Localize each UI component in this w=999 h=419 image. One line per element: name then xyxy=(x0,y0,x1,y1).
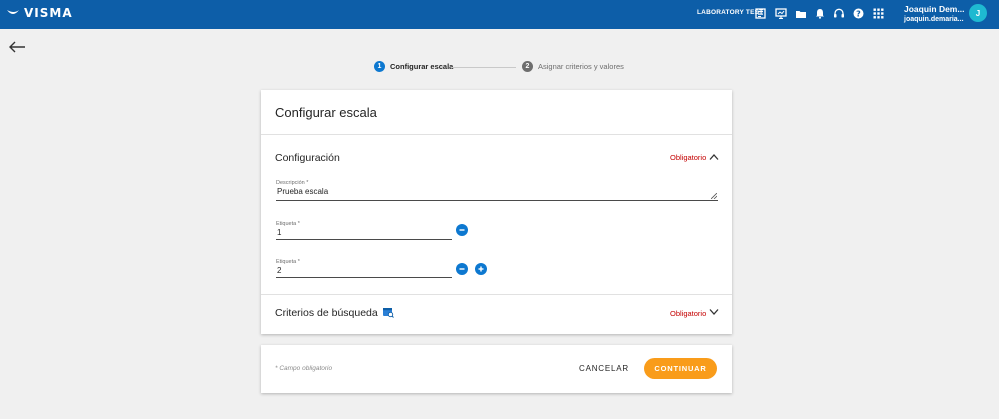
label-field-2-underline xyxy=(276,277,452,278)
folder-icon[interactable] xyxy=(794,7,807,20)
visma-swoosh-icon xyxy=(7,10,19,14)
step-1-label: Configurar escala xyxy=(390,62,454,71)
config-section-title[interactable]: Configuración xyxy=(275,152,340,164)
presentation-icon[interactable] xyxy=(774,7,787,20)
required-hint: * Campo obligatorio xyxy=(275,365,333,372)
add-row-button[interactable] xyxy=(475,263,487,275)
chevron-up-icon[interactable] xyxy=(709,153,719,161)
label-field-1-value[interactable]: 1 xyxy=(277,228,281,237)
chevron-down-icon[interactable] xyxy=(709,308,719,316)
step-2[interactable]: 2 Asignar criterios y valores xyxy=(522,61,624,72)
step-1[interactable]: 1 Configurar escala xyxy=(374,61,453,72)
minus-icon xyxy=(459,229,465,231)
back-arrow-icon[interactable] xyxy=(8,40,26,54)
search-criteria-icon[interactable] xyxy=(382,307,394,318)
visma-logo[interactable]: VISMA xyxy=(6,6,73,20)
user-name[interactable]: Joaquin Dem... xyxy=(904,4,964,14)
remove-row-2-button[interactable] xyxy=(456,263,468,275)
top-navigation-bar: VISMA LABORATORY TEST ? Joaquin Dem... j… xyxy=(0,0,999,29)
minus-icon xyxy=(459,268,465,270)
configure-scale-card: Configurar escala Configuración Obligato… xyxy=(261,90,732,334)
svg-text:?: ? xyxy=(856,9,861,18)
brand-name: VISMA xyxy=(24,6,73,20)
avatar[interactable]: J xyxy=(969,4,987,22)
criteria-required-label: Obligatorio xyxy=(670,309,707,318)
resize-handle-icon[interactable] xyxy=(711,193,717,199)
description-value[interactable]: Prueba escala xyxy=(277,187,328,196)
plus-icon xyxy=(478,266,484,272)
config-required-label: Obligatorio xyxy=(670,153,707,162)
report-icon[interactable] xyxy=(754,7,767,20)
bell-icon[interactable] xyxy=(813,7,826,20)
description-label: Descripción * xyxy=(276,180,309,186)
description-underline xyxy=(276,200,718,201)
step-2-label: Asignar criterios y valores xyxy=(538,62,624,71)
label-field-1-label: Etiqueta * xyxy=(276,221,300,227)
label-field-2[interactable]: Etiqueta * 2 xyxy=(276,259,452,278)
divider xyxy=(261,294,732,295)
criteria-section-title[interactable]: Criterios de búsqueda xyxy=(275,307,378,319)
continue-button[interactable]: CONTINUAR xyxy=(644,358,717,379)
stepper-connector xyxy=(451,67,516,68)
card-title: Configurar escala xyxy=(275,105,377,120)
step-2-number: 2 xyxy=(522,61,533,72)
step-1-number: 1 xyxy=(374,61,385,72)
label-field-1-underline xyxy=(276,239,452,240)
headset-icon[interactable] xyxy=(832,7,845,20)
user-email[interactable]: joaquin.demaria... xyxy=(904,16,964,23)
label-field-2-value[interactable]: 2 xyxy=(277,266,281,275)
label-field-2-label: Etiqueta * xyxy=(276,259,300,265)
apps-grid-icon[interactable] xyxy=(872,7,885,20)
description-field[interactable]: Descripción * Prueba escala xyxy=(276,180,718,201)
help-icon[interactable]: ? xyxy=(852,7,865,20)
cancel-button[interactable]: CANCELAR xyxy=(579,364,629,373)
divider xyxy=(261,134,732,135)
label-field-1[interactable]: Etiqueta * 1 xyxy=(276,221,452,240)
remove-row-1-button[interactable] xyxy=(456,224,468,236)
actions-card: * Campo obligatorio CANCELAR CONTINUAR xyxy=(261,345,732,393)
